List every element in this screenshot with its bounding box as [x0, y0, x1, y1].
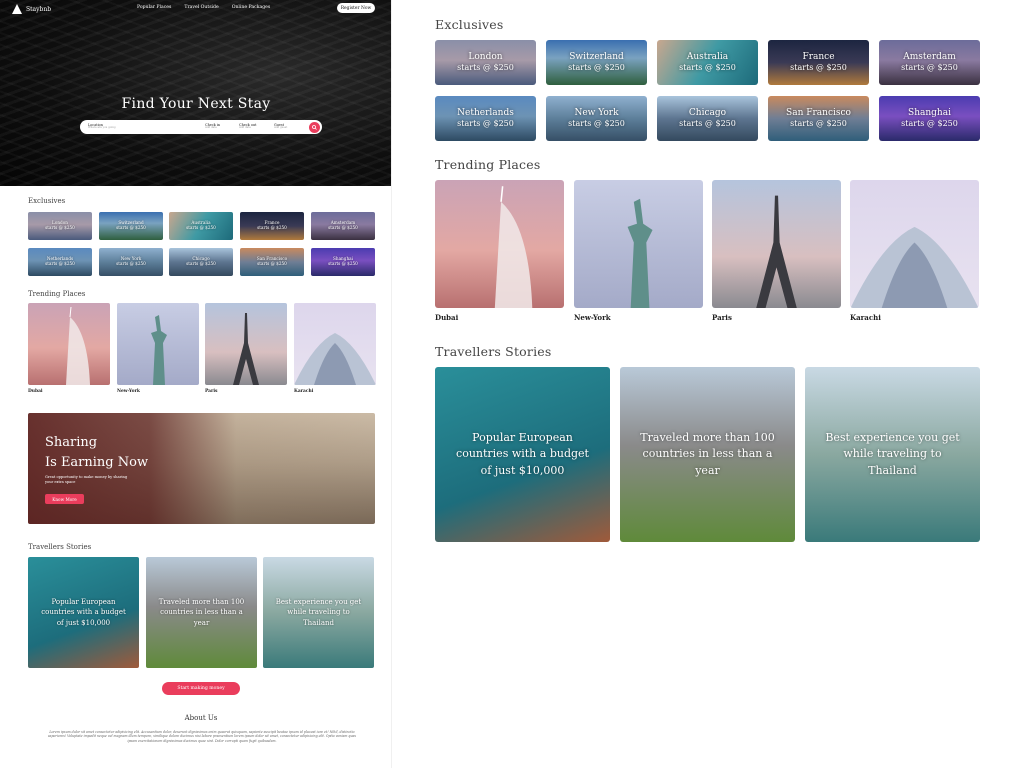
lotus-building-image: [294, 333, 376, 385]
detail-exclusive-card-netherlands[interactable]: Netherlands starts @ $250: [435, 96, 536, 141]
checkout-field[interactable]: Check out Add date: [239, 123, 274, 131]
nav-link-online-packages[interactable]: Online Packages: [232, 5, 271, 10]
brand-logo[interactable]: Staybnb: [12, 4, 51, 14]
search-bar[interactable]: Location Where are you going Check in Add …: [80, 120, 322, 134]
story-card-europe[interactable]: Popular European countries with a budget…: [28, 557, 139, 668]
trending-card-new-york[interactable]: [117, 303, 199, 385]
location-field[interactable]: Location Where are you going: [88, 123, 205, 131]
exclusive-card-chicago[interactable]: Chicago starts @ $250: [169, 248, 233, 276]
hero-title: Find Your Next Stay: [121, 96, 271, 112]
detail-story-card-100-countries[interactable]: Traveled more than 100 countries in less…: [620, 367, 795, 542]
detail-section-title-exclusives: Exclusives: [435, 17, 504, 32]
detail-section-title-trending: Trending Places: [435, 157, 541, 172]
statue-of-liberty-image: [627, 198, 653, 308]
trending-label-new-york: New-York: [117, 389, 140, 394]
trending-label-karachi: Karachi: [294, 389, 314, 394]
trending-card-dubai[interactable]: [28, 303, 110, 385]
logo-icon: [12, 4, 22, 14]
detail-exclusive-card-australia[interactable]: Australia starts @ $250: [657, 40, 758, 85]
eiffel-tower-image: [233, 313, 259, 385]
detail-trending-label-karachi: Karachi: [850, 313, 881, 322]
eiffel-tower-image: [756, 195, 797, 308]
guest-field[interactable]: Guest Add guest: [274, 123, 304, 131]
search-button[interactable]: [309, 122, 320, 133]
trending-card-paris[interactable]: [205, 303, 287, 385]
detail-exclusive-card-switzerland[interactable]: Switzerland starts @ $250: [546, 40, 647, 85]
exclusive-card-netherlands[interactable]: Netherlands starts @ $250: [28, 248, 92, 276]
trending-card-karachi[interactable]: [294, 303, 376, 385]
know-more-button[interactable]: Know More: [45, 494, 84, 504]
full-page-preview: Staybnb Popular Places Travel Outside On…: [0, 0, 392, 768]
detail-exclusive-card-chicago[interactable]: Chicago starts @ $250: [657, 96, 758, 141]
exclusive-card-london[interactable]: London starts @ $250: [28, 212, 92, 240]
detail-exclusive-card-shanghai[interactable]: Shanghai starts @ $250: [879, 96, 980, 141]
dubai-tower-image: [494, 186, 533, 308]
checkin-field[interactable]: Check in Add date: [205, 123, 239, 131]
lotus-building-image: [850, 226, 979, 308]
detail-story-card-thailand[interactable]: Best experience you get while traveling …: [805, 367, 980, 542]
about-text: Lorem ipsum dolor sit amet consectetur a…: [47, 730, 357, 743]
detail-trending-label-dubai: Dubai: [435, 313, 459, 322]
page: Staybnb Popular Places Travel Outside On…: [0, 0, 1024, 768]
detail-exclusive-card-london[interactable]: London starts @ $250: [435, 40, 536, 85]
sharing-banner: Sharing Is Earning Now Great opportunity…: [28, 413, 375, 524]
exclusive-card-australia[interactable]: Australia starts @ $250: [169, 212, 233, 240]
detail-trending-label-paris: Paris: [712, 313, 732, 322]
exclusive-card-shanghai[interactable]: Shanghai starts @ $250: [311, 248, 375, 276]
story-card-thailand[interactable]: Best experience you get while traveling …: [263, 557, 374, 668]
statue-of-liberty-image: [151, 315, 167, 385]
nav-links: Popular Places Travel Outside Online Pac…: [137, 5, 270, 10]
navbar: Staybnb Popular Places Travel Outside On…: [0, 0, 391, 18]
exclusive-card-san-francisco[interactable]: San Francisco starts @ $250: [240, 248, 304, 276]
detail-section-title-stories: Travellers Stories: [435, 344, 552, 359]
detail-trending-card-new-york[interactable]: [574, 180, 703, 308]
brand-name: Staybnb: [26, 5, 52, 13]
detail-exclusive-card-france[interactable]: France starts @ $250: [768, 40, 869, 85]
story-card-100-countries[interactable]: Traveled more than 100 countries in less…: [146, 557, 257, 668]
detail-trending-card-dubai[interactable]: [435, 180, 564, 308]
banner-title: Sharing Is Earning Now: [45, 435, 149, 471]
detail-exclusive-card-new-york[interactable]: New York starts @ $250: [546, 96, 647, 141]
detail-exclusive-card-san-francisco[interactable]: San Francisco starts @ $250: [768, 96, 869, 141]
exclusive-card-amsterdam[interactable]: Amsterdam starts @ $250: [311, 212, 375, 240]
search-icon: [312, 125, 317, 130]
section-title-stories: Travellers Stories: [28, 543, 92, 551]
detail-trending-card-karachi[interactable]: [850, 180, 979, 308]
hero-section: Staybnb Popular Places Travel Outside On…: [0, 0, 391, 186]
nav-link-popular-places[interactable]: Popular Places: [137, 5, 171, 10]
detail-story-card-europe[interactable]: Popular European countries with a budget…: [435, 367, 610, 542]
dubai-tower-image: [66, 306, 90, 385]
exclusive-card-switzerland[interactable]: Switzerland starts @ $250: [99, 212, 163, 240]
section-title-trending: Trending Places: [28, 290, 86, 298]
detail-trending-label-new-york: New-York: [574, 313, 611, 322]
exclusive-card-new-york[interactable]: New York starts @ $250: [99, 248, 163, 276]
nav-link-travel-outside[interactable]: Travel Outside: [184, 5, 218, 10]
detail-exclusive-card-amsterdam[interactable]: Amsterdam starts @ $250: [879, 40, 980, 85]
banner-subtitle: Great opportunity to make money by shari…: [45, 475, 128, 484]
about-title: About Us: [184, 714, 218, 722]
trending-label-dubai: Dubai: [28, 389, 43, 394]
section-title-exclusives: Exclusives: [28, 197, 66, 205]
detail-trending-card-paris[interactable]: [712, 180, 841, 308]
trending-label-paris: Paris: [205, 389, 218, 394]
register-button[interactable]: Register Now: [337, 3, 375, 13]
start-making-money-button[interactable]: Start making money: [162, 682, 240, 695]
exclusive-card-france[interactable]: France starts @ $250: [240, 212, 304, 240]
